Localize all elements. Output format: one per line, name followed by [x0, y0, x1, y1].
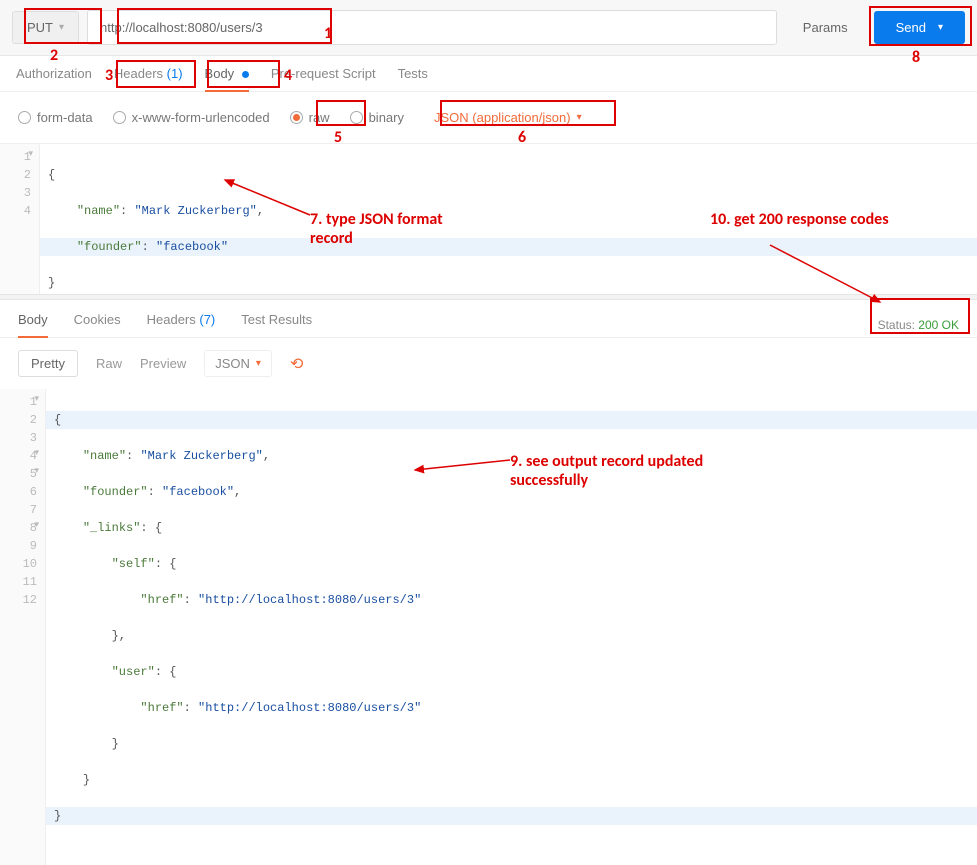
code-area[interactable]: { "name": "Mark Zuckerberg", "founder": …	[40, 144, 977, 294]
response-toolbar: Pretty Raw Preview JSON ▾ ⟲	[0, 338, 977, 389]
http-method-select[interactable]: PUT ▾	[12, 11, 79, 44]
chevron-down-icon: ▾	[577, 112, 582, 123]
status-badge: Status: 200 OK	[878, 318, 959, 332]
response-body-viewer[interactable]: 123456789101112 { "name": "Mark Zuckerbe…	[0, 389, 977, 865]
radio-raw[interactable]: raw	[290, 110, 330, 125]
radio-formdata[interactable]: form-data	[18, 110, 93, 125]
http-method-label: PUT	[27, 20, 53, 35]
radio-binary[interactable]: binary	[350, 110, 404, 125]
send-button[interactable]: Send ▾	[874, 11, 965, 44]
tab-tests[interactable]: Tests	[398, 66, 428, 91]
tab-prerequest[interactable]: Pre-request Script	[271, 66, 376, 91]
dot-icon	[242, 71, 249, 78]
tab-body[interactable]: Body	[205, 66, 249, 91]
tab-resp-testresults[interactable]: Test Results	[241, 312, 312, 337]
chevron-down-icon: ▾	[938, 22, 943, 33]
format-select[interactable]: JSON ▾	[204, 350, 272, 377]
tab-resp-headers[interactable]: Headers (7)	[147, 312, 216, 337]
code-area: { "name": "Mark Zuckerberg", "founder": …	[46, 389, 977, 865]
chevron-down-icon: ▾	[256, 358, 261, 369]
radio-urlencoded[interactable]: x-www-form-urlencoded	[113, 110, 270, 125]
wrap-lines-icon[interactable]: ⟲	[290, 354, 303, 374]
radio-icon	[290, 111, 303, 124]
body-type-options: form-data x-www-form-urlencoded raw bina…	[0, 92, 977, 144]
pretty-button[interactable]: Pretty	[18, 350, 78, 377]
radio-icon	[350, 111, 363, 124]
request-body-editor[interactable]: 1234 { "name": "Mark Zuckerberg", "found…	[0, 144, 977, 294]
url-input[interactable]	[87, 10, 777, 45]
tab-resp-cookies[interactable]: Cookies	[74, 312, 121, 337]
tab-resp-body[interactable]: Body	[18, 312, 48, 337]
request-tabs: Authorization Headers (1) Body Pre-reque…	[0, 56, 977, 92]
raw-button[interactable]: Raw	[96, 356, 122, 371]
tab-authorization[interactable]: Authorization	[16, 66, 92, 91]
content-type-select[interactable]: JSON (application/json) ▾	[424, 104, 592, 131]
params-button[interactable]: Params	[785, 11, 866, 44]
radio-icon	[18, 111, 31, 124]
preview-button[interactable]: Preview	[140, 356, 186, 371]
radio-icon	[113, 111, 126, 124]
line-gutter: 1234	[0, 144, 40, 294]
response-tabs: Body Cookies Headers (7) Test Results St…	[0, 300, 977, 338]
chevron-down-icon: ▾	[59, 22, 64, 33]
tab-headers[interactable]: Headers (1)	[114, 66, 183, 91]
line-gutter: 123456789101112	[0, 389, 46, 865]
